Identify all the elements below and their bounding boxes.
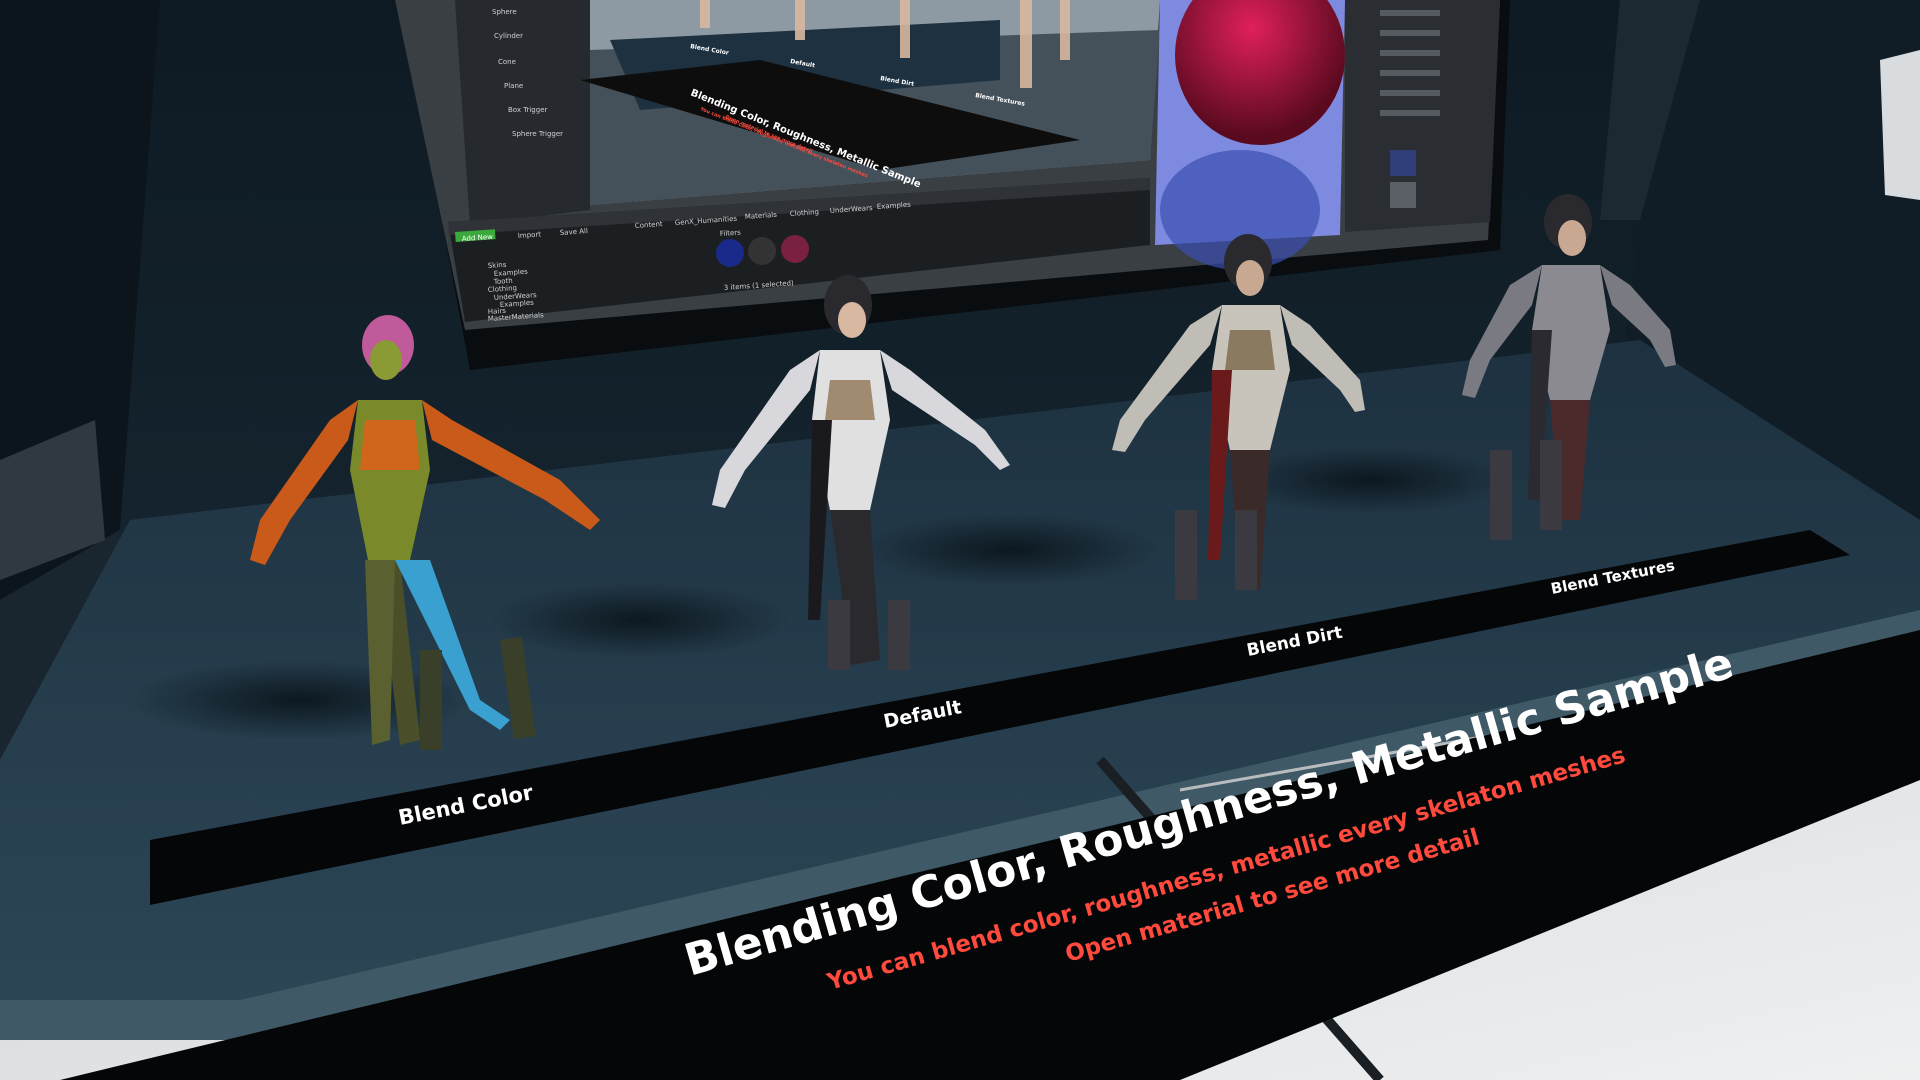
actor-cone[interactable]: Cone: [498, 58, 516, 66]
shadow-3: [860, 514, 1160, 586]
game-viewport[interactable]: Blend Color Default Blend Dirt Blend Tex…: [0, 0, 1920, 1080]
actor-plane[interactable]: Plane: [504, 82, 523, 90]
actor-sphere-trigger[interactable]: Sphere Trigger: [512, 130, 563, 138]
actor-box-trigger[interactable]: Box Trigger: [508, 106, 548, 114]
material-thumb-3: [781, 235, 809, 263]
material-thumb-2: [748, 237, 776, 265]
side-screen: [1880, 50, 1920, 200]
shadow-2: [490, 582, 790, 658]
actor-cylinder[interactable]: Cylinder: [494, 32, 523, 40]
import-button[interactable]: Import: [518, 230, 542, 240]
scene-svg: Blend Color Default Blend Dirt Blend Tex…: [0, 0, 1920, 1080]
shadow-1: [130, 660, 470, 740]
actor-sphere[interactable]: Sphere: [492, 8, 517, 16]
material-thumb-1: [716, 239, 744, 267]
filters-button[interactable]: Filters: [720, 229, 742, 238]
shadow-4: [1230, 446, 1510, 514]
